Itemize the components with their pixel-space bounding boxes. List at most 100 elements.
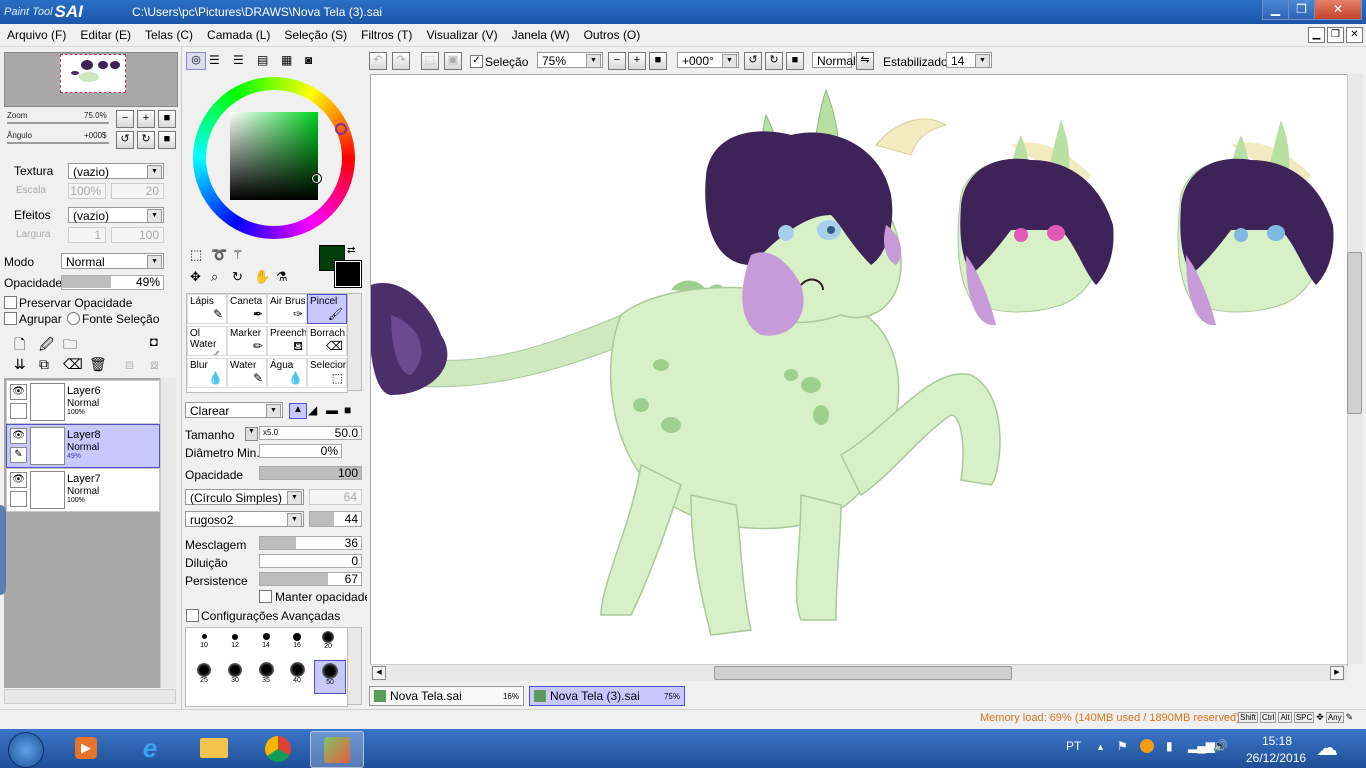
saturation-value-square[interactable]: [230, 112, 318, 200]
canvas-zoom-out-icon[interactable]: −: [608, 52, 626, 70]
canvas-angle-select[interactable]: +000° ▼: [677, 52, 739, 68]
minimize-button[interactable]: ▁: [1262, 0, 1289, 20]
network-icon[interactable]: ▂▄▆: [1188, 739, 1215, 753]
canvas-rotate-left-icon[interactable]: ↺: [744, 52, 762, 70]
maximize-button[interactable]: ❐: [1288, 0, 1315, 20]
selection-visible-checkbox[interactable]: ✓: [470, 55, 483, 68]
canvas-rotate-reset-icon[interactable]: ■: [786, 52, 804, 70]
windows-start-icon[interactable]: [8, 732, 44, 768]
canvas-blend-select[interactable]: Normal: [812, 52, 856, 68]
internet-explorer-icon[interactable]: e: [124, 731, 176, 766]
zoom-reset-icon[interactable]: ■: [158, 110, 176, 128]
zoom-in-icon[interactable]: +: [137, 110, 155, 128]
navigator-preview[interactable]: [4, 52, 178, 107]
menu-camada[interactable]: Camada (L): [200, 24, 277, 46]
paint-tool-sai-icon[interactable]: [310, 731, 364, 768]
clear-layer-icon[interactable]: ⌫: [63, 356, 83, 373]
rotate-icon[interactable]: ↻: [232, 269, 243, 285]
dot-size-option[interactable]: 40: [280, 662, 314, 692]
eye-icon[interactable]: 👁: [10, 384, 27, 400]
show-hidden-icons-icon[interactable]: ▲: [1096, 742, 1105, 752]
brush-grid-scrollbar[interactable]: [347, 293, 362, 391]
deselect-icon[interactable]: ⬚: [421, 52, 439, 70]
weather-icon[interactable]: ☁: [1316, 735, 1338, 761]
tab-nova-tela[interactable]: Nova Tela.sai 16%: [369, 686, 524, 706]
swap-colors-icon[interactable]: ⇄: [347, 245, 355, 256]
brush-shape-hard-icon[interactable]: ▲: [289, 403, 307, 419]
canvas-vscroll-thumb[interactable]: [1347, 252, 1362, 414]
scroll-left-icon[interactable]: ◀: [372, 666, 386, 680]
swatches-tab-icon[interactable]: ▤: [257, 53, 268, 67]
hsv-slider-tab-icon[interactable]: ☰: [233, 53, 244, 67]
blend-slider[interactable]: 36: [259, 536, 362, 550]
brush-shape-strength[interactable]: 64: [309, 489, 362, 505]
brush-caneta[interactable]: Caneta ✒: [227, 294, 267, 324]
clock-time[interactable]: 15:18: [1262, 734, 1292, 748]
brush-texture-select[interactable]: rugoso2 ▼: [185, 511, 304, 527]
menu-arquivo[interactable]: Arquivo (F): [0, 24, 73, 46]
rotate-right-icon[interactable]: ↻: [137, 131, 155, 149]
secondary-color-swatch[interactable]: [334, 260, 362, 288]
brush-water[interactable]: Water ✎: [227, 358, 267, 388]
mdi-close-button[interactable]: ✕: [1346, 27, 1363, 43]
new-layer-icon[interactable]: 🗋: [14, 334, 25, 358]
layer-row[interactable]: 👁 Layer6 Normal 100%: [6, 380, 160, 424]
canvas-hscroll-thumb[interactable]: [714, 666, 1012, 680]
stabilizer-select[interactable]: 14 ▼: [946, 52, 992, 68]
mask-apply-icon[interactable]: ⧈: [125, 356, 134, 373]
lasso-icon[interactable]: ➰: [211, 247, 227, 263]
layer-row[interactable]: 👁 Layer7 Normal 100%: [6, 468, 160, 512]
mdi-restore-button[interactable]: ❐: [1327, 27, 1344, 43]
canvas-zoom-reset-icon[interactable]: ■: [649, 52, 667, 70]
palette-tab-icon[interactable]: ▦: [281, 53, 292, 67]
language-indicator[interactable]: PT: [1066, 739, 1081, 753]
brush-oilwater[interactable]: Ol Water✍: [187, 326, 227, 356]
layer-mode-select[interactable]: Normal ▼: [61, 253, 164, 269]
nav-zoom-slider[interactable]: [7, 122, 109, 124]
volume-icon[interactable]: 🔊: [1213, 739, 1228, 753]
brush-shape-flat-icon[interactable]: ■: [344, 403, 351, 417]
menu-janela[interactable]: Janela (W): [505, 24, 577, 46]
layer-list-scrollbar[interactable]: [160, 378, 176, 688]
group-checkbox[interactable]: [4, 312, 17, 325]
dot-size-option[interactable]: 35: [249, 662, 283, 692]
layer-mask-icon[interactable]: ◘: [150, 334, 158, 349]
flip-horizontal-icon[interactable]: ⇋: [856, 52, 874, 70]
new-linework-layer-icon[interactable]: 🖉: [39, 334, 54, 358]
scroll-right-icon[interactable]: ▶: [1330, 666, 1344, 680]
brush-eraser[interactable]: Borrach ⌫: [307, 326, 347, 356]
merge-down-icon[interactable]: ⧉: [39, 356, 49, 373]
dot-size-option[interactable]: 30: [218, 662, 252, 692]
chrome-icon[interactable]: [252, 731, 304, 766]
drawing-canvas[interactable]: [370, 74, 1348, 666]
layer-opacity-slider[interactable]: 49%: [61, 275, 164, 290]
new-folder-icon[interactable]: 🗀: [63, 334, 77, 358]
menu-selecao[interactable]: Seleção (S): [277, 24, 354, 46]
file-explorer-icon[interactable]: [188, 731, 240, 766]
size-slider[interactable]: x5.0 50.0: [259, 426, 362, 440]
media-player-icon[interactable]: ▶: [60, 731, 112, 766]
brush-pincel[interactable]: Pincel 🖌: [307, 294, 347, 324]
lock-toggle[interactable]: [10, 491, 27, 507]
canvas-zoom-in-icon[interactable]: +: [628, 52, 646, 70]
close-button[interactable]: ✕: [1314, 0, 1362, 20]
width-value[interactable]: 1: [68, 227, 106, 243]
scale-value[interactable]: 100%: [68, 183, 106, 199]
layer-list-hscrollbar[interactable]: [4, 689, 176, 704]
selection-source-radio[interactable]: [67, 312, 80, 325]
brush-shape-select[interactable]: (Círculo Simples) ▼: [185, 489, 304, 505]
mask-delete-icon[interactable]: ⧇: [150, 356, 159, 373]
menu-filtros[interactable]: Filtros (T): [354, 24, 419, 46]
brush-size-scrollbar[interactable]: [347, 627, 362, 705]
brush-airbrush[interactable]: Air Brus ✑: [267, 294, 307, 324]
preserve-opacity-checkbox[interactable]: [4, 296, 17, 309]
brush-shape-medium-icon[interactable]: ◢: [308, 403, 317, 417]
pencil-icon[interactable]: ✎: [10, 447, 27, 463]
rotate-left-icon[interactable]: ↺: [116, 131, 134, 149]
magic-wand-icon[interactable]: ⚚: [232, 247, 244, 263]
dot-size-option-selected[interactable]: 50: [314, 660, 346, 694]
effects-select[interactable]: (vazio) ▼: [68, 207, 164, 223]
menu-editar[interactable]: Editar (E): [73, 24, 138, 46]
brush-texture-strength[interactable]: 44: [309, 511, 362, 527]
dot-size-option[interactable]: 16: [280, 630, 314, 660]
